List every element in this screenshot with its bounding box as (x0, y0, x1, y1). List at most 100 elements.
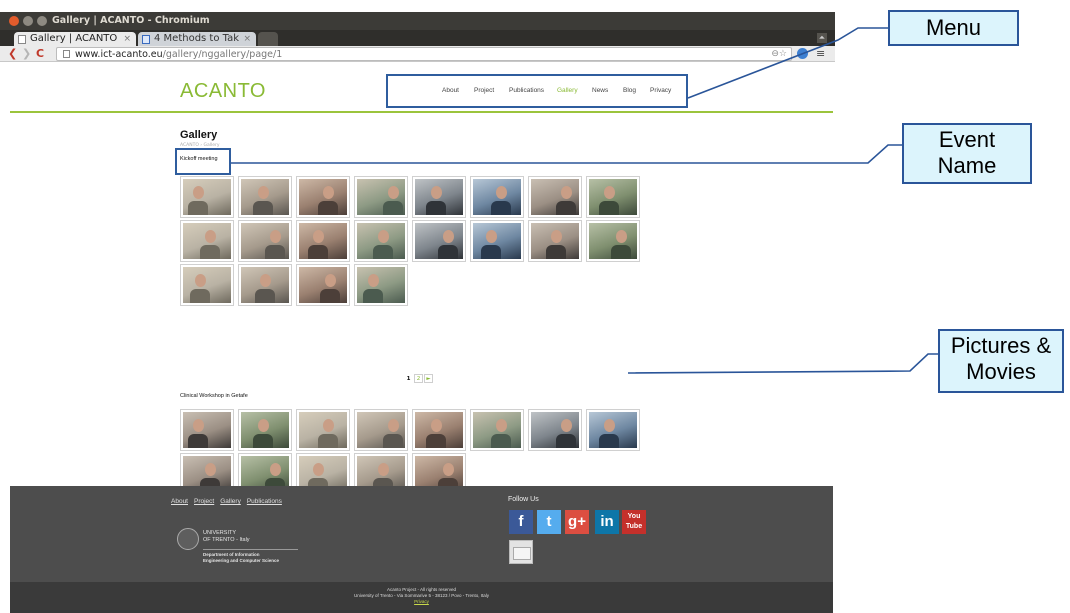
gallery-thumbnail[interactable] (528, 176, 582, 218)
gallery-thumbnail[interactable] (238, 220, 292, 262)
page-link-2[interactable]: 2 (414, 374, 423, 383)
photo-image (589, 223, 637, 259)
gallery-thumbnail[interactable] (412, 220, 466, 262)
callout-menu: Menu (888, 10, 1019, 46)
event-name-clinical: Clinical Workshop in Getafe (180, 393, 248, 399)
gallery-thumbnail[interactable] (412, 176, 466, 218)
window-minimize-button[interactable] (23, 16, 33, 26)
footer-link-about[interactable]: About (171, 498, 188, 505)
photo-image (357, 179, 405, 215)
callout-pictures-movies: Pictures & Movies (938, 329, 1064, 393)
page-icon (63, 50, 70, 58)
photo-image (531, 412, 579, 448)
menu-highlight-box (386, 74, 688, 108)
photo-image (299, 179, 347, 215)
university-name: UNIVERSITY OF TRENTO - Italy (203, 530, 250, 543)
page-viewport: ACANTO About Project Publications Gallery Ne… (0, 62, 835, 613)
photo-image (183, 412, 231, 448)
gallery-thumbnail[interactable] (586, 176, 640, 218)
follow-us-label: Follow Us (508, 496, 539, 503)
zoom-star-icons[interactable]: ⊖☆ (771, 48, 787, 61)
follow-twitter-icon[interactable]: t (537, 510, 561, 534)
photo-image (589, 179, 637, 215)
next-page-icon[interactable]: ► (424, 374, 433, 383)
follow-google-plus-icon[interactable]: g+ (565, 510, 589, 534)
tab-strip: Gallery | ACANTO × 4 Methods to Tak × ⏶ (0, 30, 835, 46)
annotated-screenshot: Gallery | ACANTO - Chromium Gallery | AC… (0, 0, 1070, 613)
site-logo[interactable]: ACANTO (180, 80, 266, 103)
back-icon[interactable]: ❮ (8, 46, 17, 62)
forward-icon[interactable]: ❯ (22, 46, 31, 62)
page-title: Gallery (180, 129, 218, 141)
mail-icon[interactable] (509, 540, 533, 564)
gallery-thumbnail[interactable] (296, 220, 350, 262)
footer-bottom-bar: Acanto Project - All rights reserved Uni… (10, 582, 833, 613)
gallery-thumbnail[interactable] (470, 220, 524, 262)
follow-youtube-icon[interactable]: You Tube (622, 510, 646, 534)
tab-label: 4 Methods to Tak (154, 33, 240, 44)
follow-facebook-icon[interactable]: f (509, 510, 533, 534)
window-close-button[interactable] (9, 16, 19, 26)
gallery-thumbnail[interactable] (586, 220, 640, 262)
gallery-thumbnail[interactable] (180, 176, 234, 218)
photo-image (183, 267, 231, 303)
gallery-thumbnail[interactable] (238, 176, 292, 218)
gallery-thumbnail[interactable] (354, 176, 408, 218)
tab-close-icon[interactable]: × (123, 32, 131, 46)
photo-image (241, 223, 289, 259)
follow-linkedin-icon[interactable]: in (595, 510, 619, 534)
browser-menu-icon[interactable]: ≡ (816, 46, 825, 62)
photo-image (241, 179, 289, 215)
photo-image (357, 223, 405, 259)
photo-image (415, 179, 463, 215)
gallery-thumbnail[interactable] (412, 409, 466, 451)
gallery-thumbnail[interactable] (238, 264, 292, 306)
gallery-thumbnail[interactable] (354, 264, 408, 306)
address-bar[interactable]: www.ict-acanto.eu/gallery/nggallery/page… (56, 47, 792, 61)
window-titlebar: Gallery | ACANTO - Chromium (0, 12, 835, 30)
photo-image (531, 223, 579, 259)
gallery-thumbnail[interactable] (238, 409, 292, 451)
gallery-thumbnail[interactable] (354, 220, 408, 262)
gallery-thumbnail[interactable] (528, 409, 582, 451)
photo-image (299, 267, 347, 303)
tab-gallery[interactable]: Gallery | ACANTO × (14, 32, 136, 46)
extension-icon[interactable] (797, 48, 808, 59)
photo-image (473, 179, 521, 215)
footer-links: About Project Gallery Publications (171, 498, 288, 505)
profile-icon[interactable]: ⏶ (817, 33, 827, 43)
photo-image (241, 267, 289, 303)
footer-privacy-link[interactable]: Privacy (10, 599, 833, 605)
gallery-thumbnail[interactable] (296, 264, 350, 306)
footer-link-project[interactable]: Project (194, 498, 214, 505)
photo-image (415, 412, 463, 448)
gallery-thumbnail[interactable] (586, 409, 640, 451)
pagination: 1 2 ► (404, 374, 434, 384)
gallery-thumbnail[interactable] (296, 176, 350, 218)
photo-image (357, 267, 405, 303)
event-name-highlight-box (175, 148, 231, 175)
gallery-thumbnail[interactable] (354, 409, 408, 451)
tab-methods[interactable]: 4 Methods to Tak × (138, 32, 256, 46)
gallery-thumbnail[interactable] (470, 409, 524, 451)
url-text[interactable]: www.ict-acanto.eu/gallery/nggallery/page… (75, 48, 282, 61)
department-name: Department of Information Engineering an… (203, 552, 280, 563)
window-title: Gallery | ACANTO - Chromium (52, 15, 210, 26)
gallery-thumbnail[interactable] (528, 220, 582, 262)
gallery-thumbnail[interactable] (470, 176, 524, 218)
gallery-thumbnail[interactable] (180, 264, 234, 306)
page-icon (142, 35, 150, 44)
reload-icon[interactable]: C (36, 46, 44, 62)
footer-link-publications[interactable]: Publications (247, 498, 282, 505)
new-tab-button[interactable] (258, 32, 278, 46)
page-current: 1 (406, 376, 411, 382)
tab-label: Gallery | ACANTO (30, 33, 118, 44)
window-maximize-button[interactable] (37, 16, 47, 26)
gallery-thumbnail[interactable] (180, 409, 234, 451)
page-icon (18, 35, 26, 44)
gallery-thumbnail[interactable] (296, 409, 350, 451)
site-footer: About Project Gallery Publications UNIVERSI… (10, 486, 833, 582)
tab-close-icon[interactable]: × (243, 32, 251, 46)
gallery-thumbnail[interactable] (180, 220, 234, 262)
footer-link-gallery[interactable]: Gallery (220, 498, 241, 505)
